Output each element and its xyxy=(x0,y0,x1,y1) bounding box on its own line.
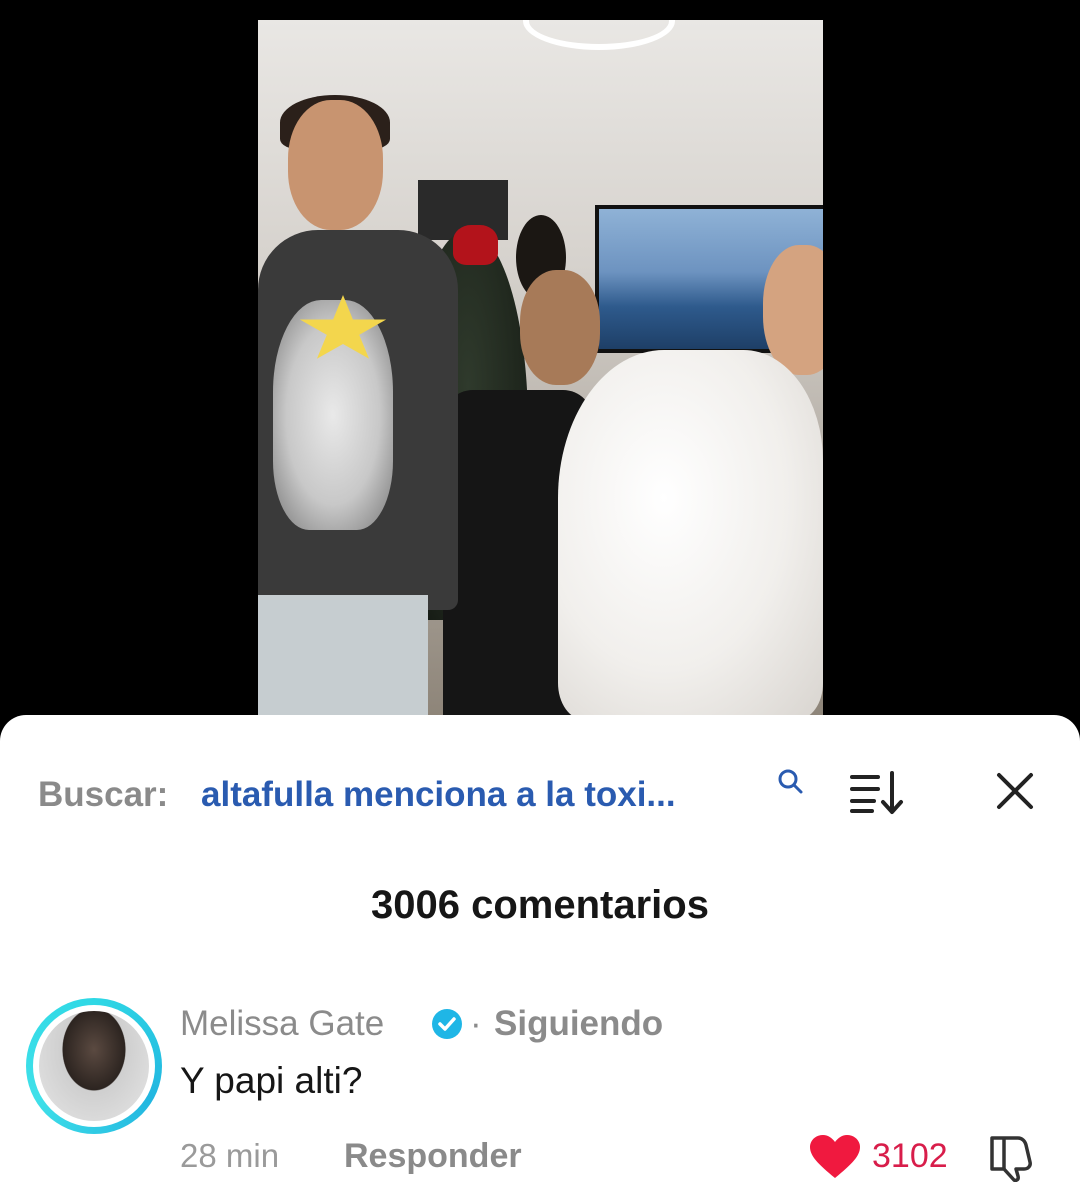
avatar[interactable] xyxy=(39,1011,149,1121)
sort-icon[interactable] xyxy=(850,769,904,815)
verified-icon xyxy=(432,1009,462,1039)
heart-icon[interactable] xyxy=(808,1134,862,1180)
comments-count: 3006 comentarios xyxy=(371,883,709,927)
dislike-icon[interactable] xyxy=(986,1132,1038,1182)
person-center-head xyxy=(520,270,600,385)
comment-author[interactable]: Melissa Gate xyxy=(180,1002,384,1046)
like-count: 3102 xyxy=(872,1137,948,1175)
ceiling-light xyxy=(523,20,675,50)
search-query-link[interactable]: altafulla menciona a la toxi... xyxy=(201,775,676,815)
person-right-head xyxy=(763,245,823,375)
close-icon[interactable] xyxy=(993,769,1037,813)
following-label: Siguiendo xyxy=(494,1004,664,1043)
separator-dot: · xyxy=(470,1004,482,1043)
video-area[interactable] xyxy=(0,0,1080,730)
search-label: Buscar: xyxy=(38,775,169,814)
person-right-fur-coat xyxy=(558,350,823,720)
reply-button[interactable]: Responder xyxy=(344,1134,522,1178)
comment-text: Y papi alti? xyxy=(180,1060,363,1101)
avatar-inner xyxy=(33,1005,155,1127)
video-frame[interactable] xyxy=(258,20,823,720)
avatar-story-ring[interactable] xyxy=(26,998,162,1134)
search-icon[interactable] xyxy=(776,767,804,795)
person-left-head xyxy=(288,100,383,230)
red-bow xyxy=(453,225,498,265)
person-left-jeans xyxy=(258,595,428,720)
comments-sheet: Buscar: altafulla menciona a la toxi... … xyxy=(0,715,1080,1199)
comment-search-bar[interactable]: Buscar: altafulla menciona a la toxi... xyxy=(38,769,1048,815)
comment-item: Melissa Gate · Siguiendo Y papi alti? 28… xyxy=(26,998,1056,1193)
comment-time: 28 min xyxy=(180,1137,280,1174)
